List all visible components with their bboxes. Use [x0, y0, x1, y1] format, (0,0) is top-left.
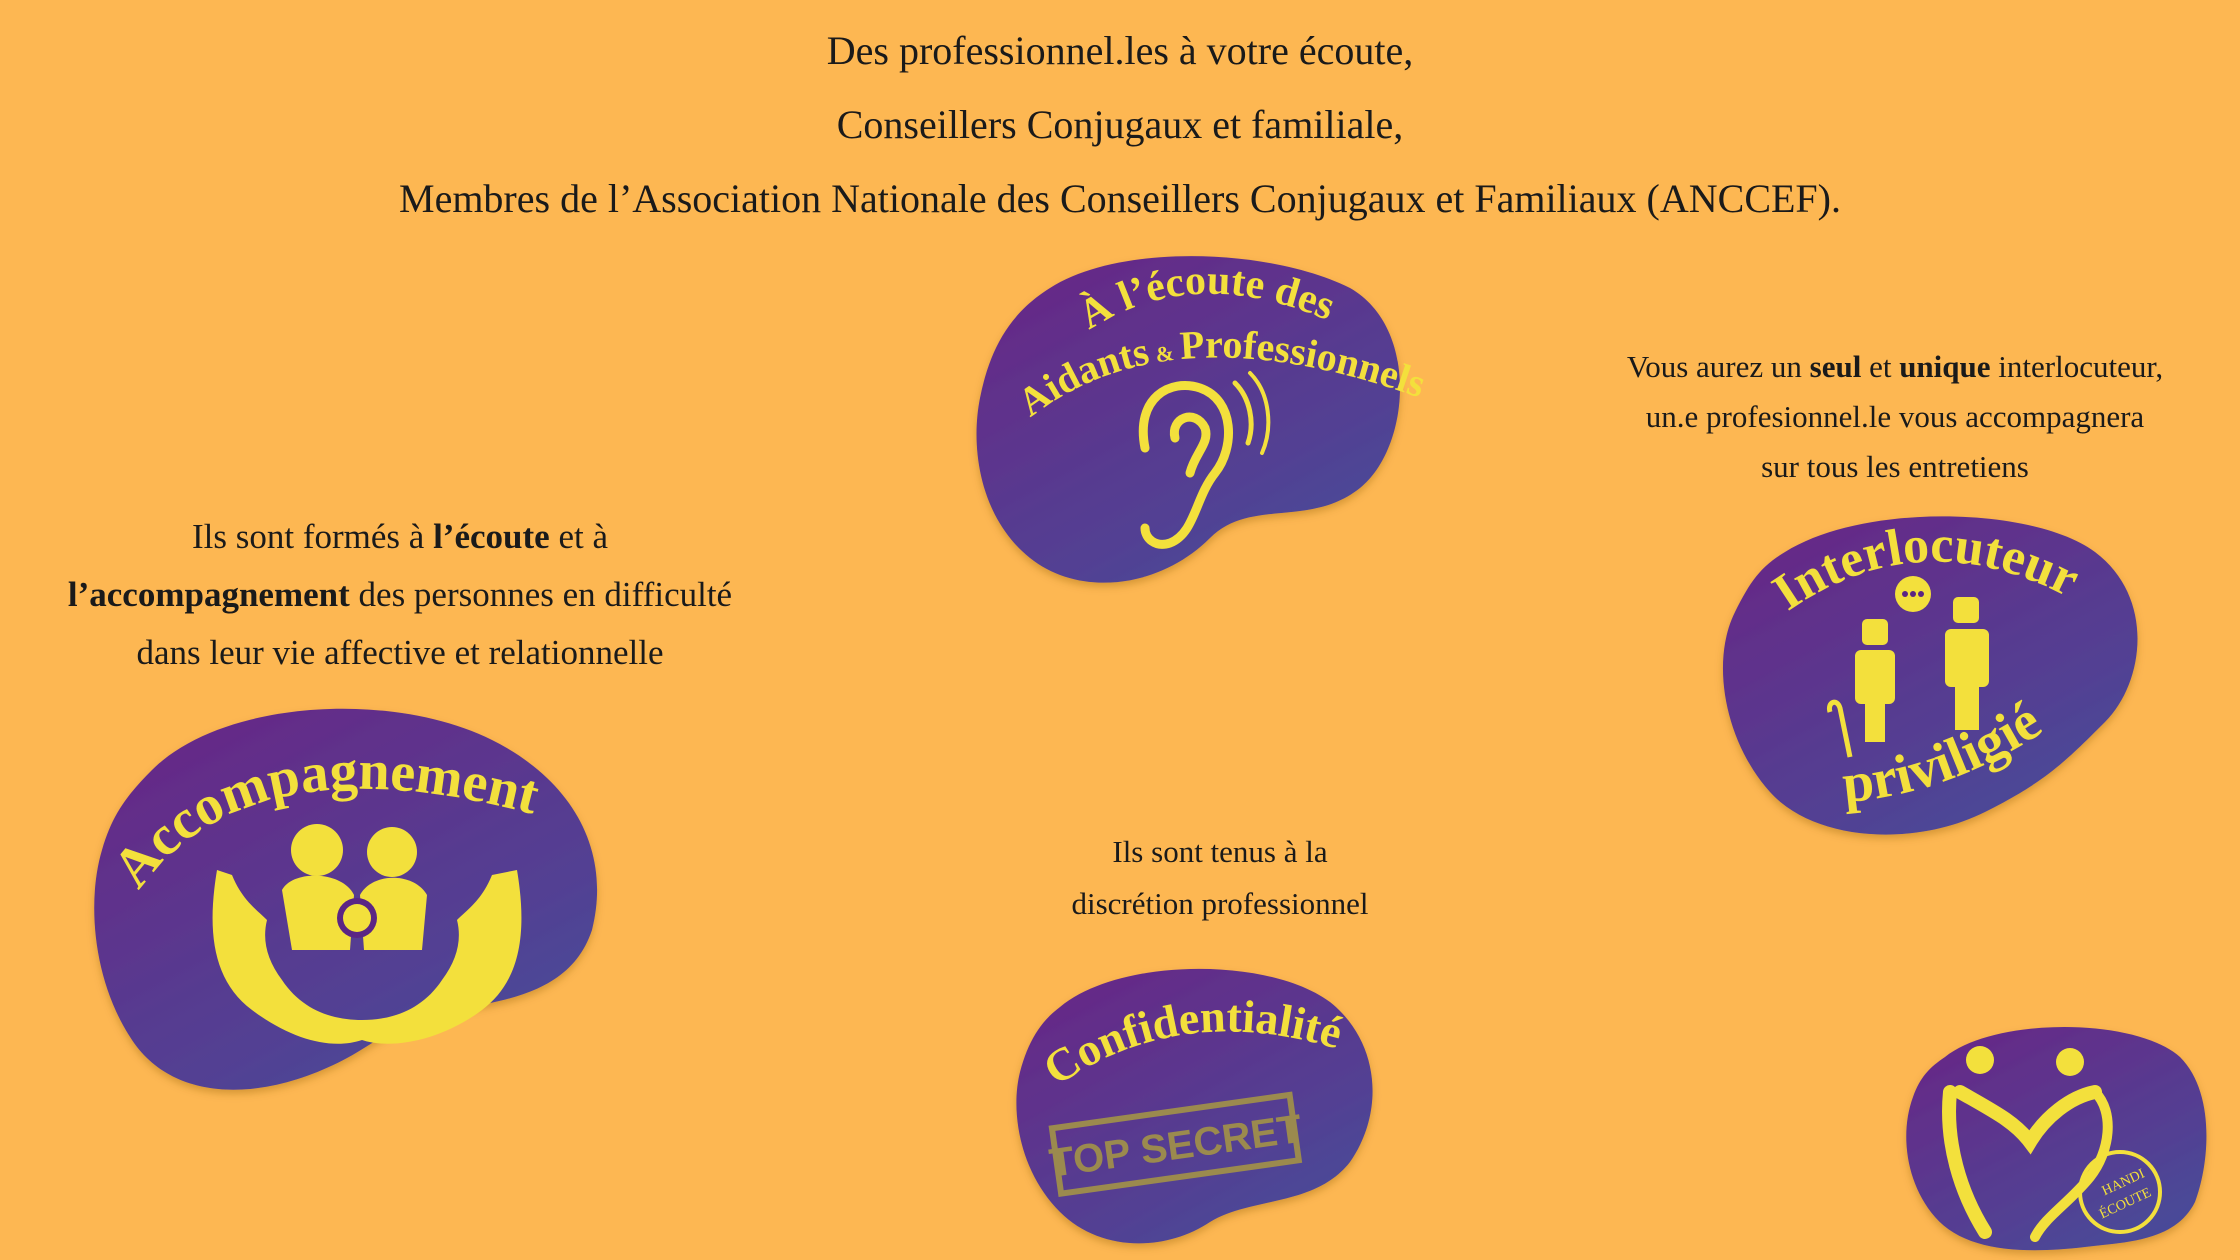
- header-text: Des professionnel.les à votre écoute, Co…: [0, 14, 2240, 236]
- accompagnement-badge: Accompagnement: [92, 700, 612, 1100]
- training-line-2-post: des personnes en difficulté: [349, 575, 733, 614]
- interlocutor-line-1-post: interlocuteur,: [1990, 349, 2164, 384]
- interlocuteur-badge: Interlocuteur priviligié: [1715, 512, 2145, 847]
- header-line-1: Des professionnel.les à votre écoute,: [826, 28, 1414, 73]
- discretion-line-2: discrétion professionnel: [1071, 886, 1369, 921]
- interlocutor-line-3: sur tous les entretiens: [1761, 449, 2029, 484]
- discretion-line-1: Ils sont tenus à la: [1112, 834, 1328, 869]
- training-line-1-pre: Ils sont formés à: [192, 517, 434, 556]
- handi-ecoute-badge: HANDI ÉCOUTE: [1905, 1022, 2215, 1252]
- training-line-2-bold: l’accompagnement: [67, 575, 350, 614]
- ecoute-badge: À l’écoute des Aidants&Professionnels: [970, 248, 1431, 593]
- confidentialite-badge: Confidentialité TOP SECRET: [1010, 962, 1390, 1247]
- training-text: Ils sont formés à l’écoute et à l’accomp…: [0, 508, 800, 682]
- interlocutor-bold-seul: seul: [1809, 349, 1862, 384]
- training-line-1-bold: l’écoute: [433, 517, 550, 556]
- training-line-3: dans leur vie affective et relationnelle: [136, 633, 664, 672]
- training-line-1-post: et à: [549, 517, 608, 556]
- interlocutor-text: Vous aurez un seul et unique interlocute…: [1555, 342, 2235, 492]
- discretion-text: Ils sont tenus à la discrétion professio…: [990, 826, 1450, 930]
- header-line-2: Conseillers Conjugaux et familiale,: [836, 102, 1404, 147]
- interlocutor-line-1-mid: et: [1861, 349, 1900, 384]
- header-line-3: Membres de l’Association Nationale des C…: [399, 176, 1841, 221]
- interlocutor-line-1-pre: Vous aurez un: [1626, 349, 1810, 384]
- interlocutor-bold-unique: unique: [1899, 349, 1991, 384]
- interlocutor-line-2: un.e profesionnel.le vous accompagnera: [1645, 399, 2145, 434]
- training-line-2: l’accompagnement des personnes en diffic…: [0, 566, 800, 624]
- interlocutor-line-1: Vous aurez un seul et unique interlocute…: [1555, 342, 2235, 392]
- training-line-1: Ils sont formés à l’écoute et à: [0, 508, 800, 566]
